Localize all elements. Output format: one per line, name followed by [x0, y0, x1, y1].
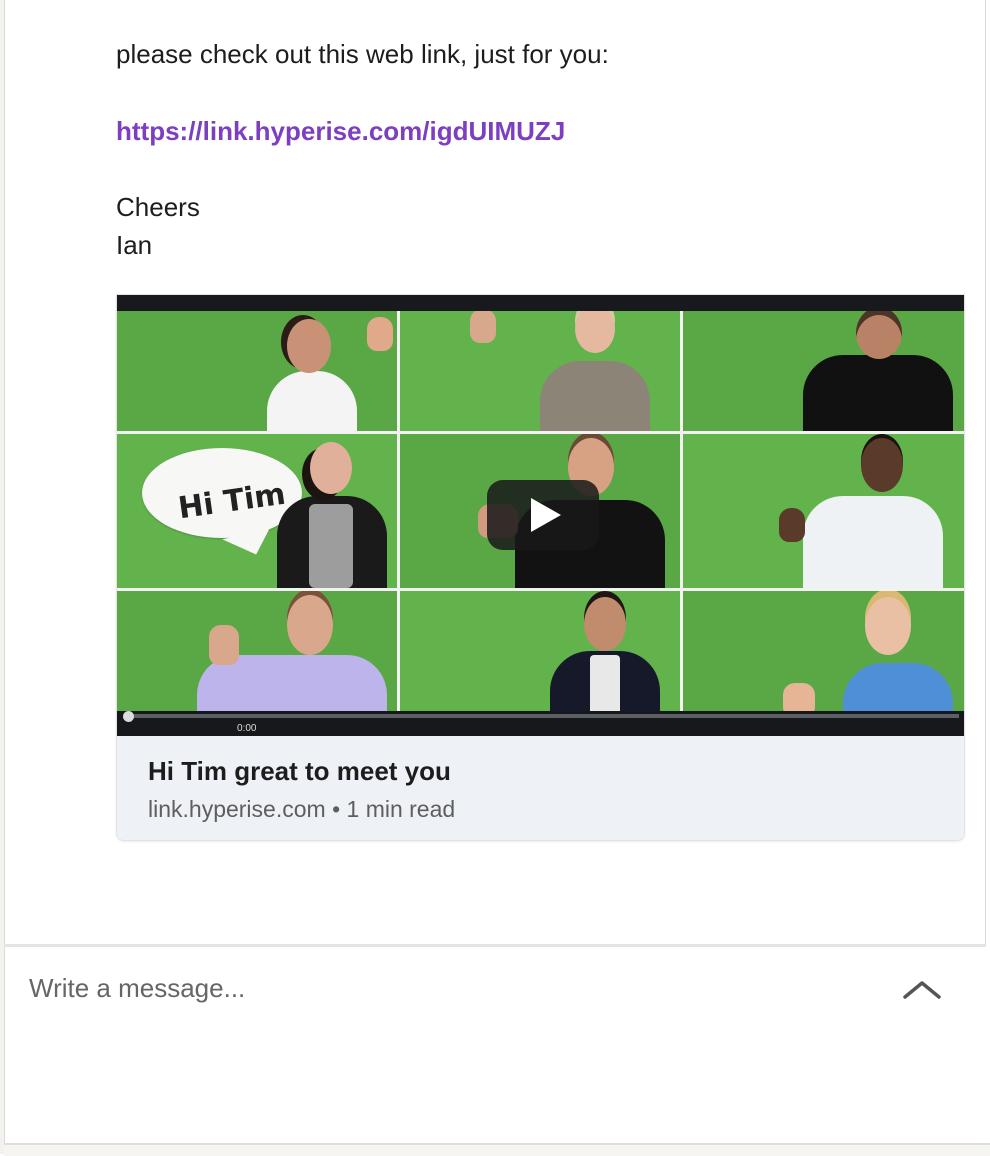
video-time: 0:00	[237, 723, 257, 734]
chevron-up-icon	[903, 981, 941, 999]
video-tile	[400, 591, 680, 711]
play-button[interactable]	[487, 480, 599, 550]
speech-bubble-text: Hi Tim	[176, 476, 288, 527]
link-preview-title[interactable]: Hi Tim great to meet you	[148, 756, 451, 787]
video-progress-handle[interactable]	[123, 711, 134, 722]
video-controls: 0:00	[117, 711, 964, 736]
play-icon	[531, 498, 561, 532]
video-tile: Hi Tim	[117, 434, 397, 588]
video-tile	[117, 591, 397, 711]
video-tile	[683, 434, 964, 588]
message-composer	[5, 947, 986, 1143]
expand-composer-button[interactable]	[897, 975, 947, 1005]
message-input[interactable]	[27, 967, 871, 1009]
video-tile	[683, 591, 964, 711]
video-thumbnail[interactable]: Hi Tim 0:00	[117, 295, 964, 736]
video-tile	[117, 311, 397, 431]
video-tile	[683, 311, 964, 431]
message-sign-off: Cheers	[116, 192, 200, 222]
video-top-bar	[117, 295, 964, 311]
message-link[interactable]: https://link.hyperise.com/igdUIMUZJ	[116, 112, 565, 150]
video-tile	[400, 311, 680, 431]
composer-footer	[4, 1143, 990, 1156]
link-preview-info: Hi Tim great to meet you link.hyperise.c…	[117, 736, 964, 840]
link-preview-card[interactable]: Hi Tim 0:00 Hi Tim great to meet you lin…	[116, 294, 965, 841]
message-line-intro: please check out this web link, just for…	[116, 39, 609, 69]
message-signature: Ian	[116, 230, 153, 260]
message-thread: please check out this web link, just for…	[5, 0, 985, 944]
video-progress-bar[interactable]	[129, 714, 959, 718]
thread-right-border	[985, 0, 990, 945]
link-preview-meta: link.hyperise.com • 1 min read	[148, 796, 456, 822]
